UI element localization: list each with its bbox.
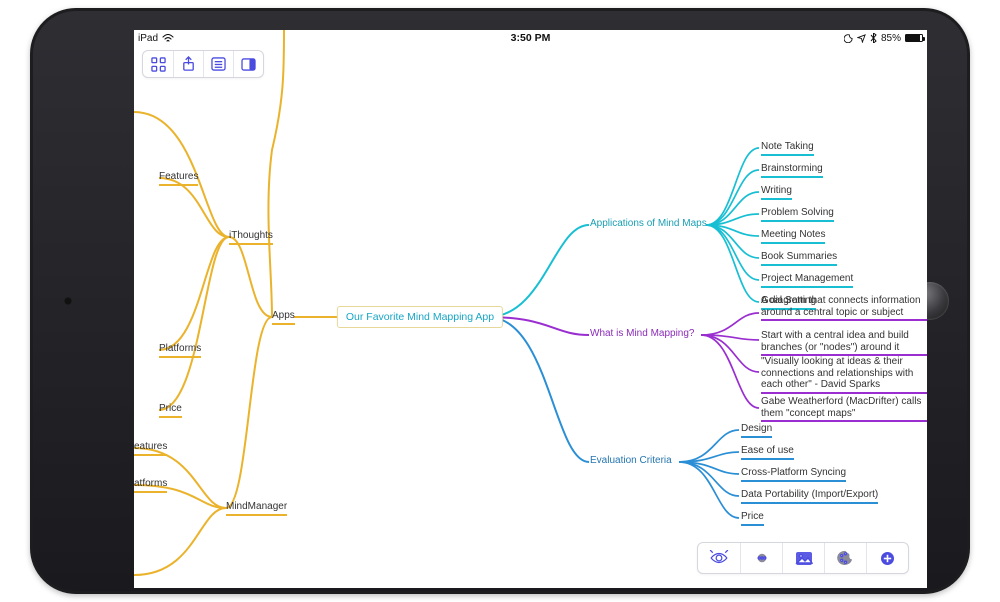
leaf-note-taking[interactable]: Note Taking — [761, 141, 814, 156]
leaf-whatis-4[interactable]: Gabe Weatherford (MacDrifter) calls them… — [761, 396, 927, 422]
branch-whatis[interactable]: What is Mind Mapping? — [590, 328, 695, 339]
leaf-whatis-2[interactable]: Start with a central idea and build bran… — [761, 330, 927, 356]
leaf-problem-solving[interactable]: Problem Solving — [761, 207, 834, 222]
leaf-writing[interactable]: Writing — [761, 185, 792, 200]
palette-button[interactable] — [824, 543, 866, 573]
leaf-meeting-notes[interactable]: Meeting Notes — [761, 229, 825, 244]
node-features[interactable]: Features — [159, 171, 198, 186]
screen: iPad 3:50 PM 85% — [134, 30, 927, 588]
center-node[interactable]: Our Favorite Mind Mapping App — [337, 306, 503, 328]
leaf-book-summaries[interactable]: Book Summaries — [761, 251, 837, 266]
node-apps[interactable]: Apps — [272, 310, 295, 325]
add-button[interactable] — [866, 543, 908, 573]
leaf-sync[interactable]: Cross-Platform Syncing — [741, 467, 846, 482]
image-button[interactable] — [782, 543, 824, 573]
branch-applications[interactable]: Applications of Mind Maps — [590, 218, 707, 229]
leaf-portability[interactable]: Data Portability (Import/Export) — [741, 489, 878, 504]
node-platforms-2[interactable]: atforms — [134, 478, 167, 493]
node-mindmanager[interactable]: MindManager — [226, 501, 287, 516]
leaf-design[interactable]: Design — [741, 423, 772, 438]
leaf-brainstorming[interactable]: Brainstorming — [761, 163, 823, 178]
node-ithoughts[interactable]: iThoughts — [229, 230, 273, 245]
more-button[interactable] — [740, 543, 782, 573]
leaf-whatis-3[interactable]: "Visually looking at ideas & their conne… — [761, 356, 927, 394]
ipad-frame: iPad 3:50 PM 85% — [30, 8, 970, 594]
node-price[interactable]: Price — [159, 403, 182, 418]
node-platforms[interactable]: Platforms — [159, 343, 201, 358]
branch-criteria[interactable]: Evaluation Criteria — [590, 455, 672, 466]
leaf-ease[interactable]: Ease of use — [741, 445, 794, 460]
bottom-toolbar — [697, 542, 909, 574]
mindmap-canvas[interactable]: Our Favorite Mind Mapping App Apps iThou… — [134, 30, 927, 588]
leaf-project-management[interactable]: Project Management — [761, 273, 853, 288]
leaf-price[interactable]: Price — [741, 511, 764, 526]
focus-button[interactable] — [698, 543, 740, 573]
camera-dot — [64, 297, 72, 305]
leaf-whatis-1[interactable]: A diagram that connects information arou… — [761, 295, 927, 321]
node-features-2[interactable]: eatures — [134, 441, 167, 456]
